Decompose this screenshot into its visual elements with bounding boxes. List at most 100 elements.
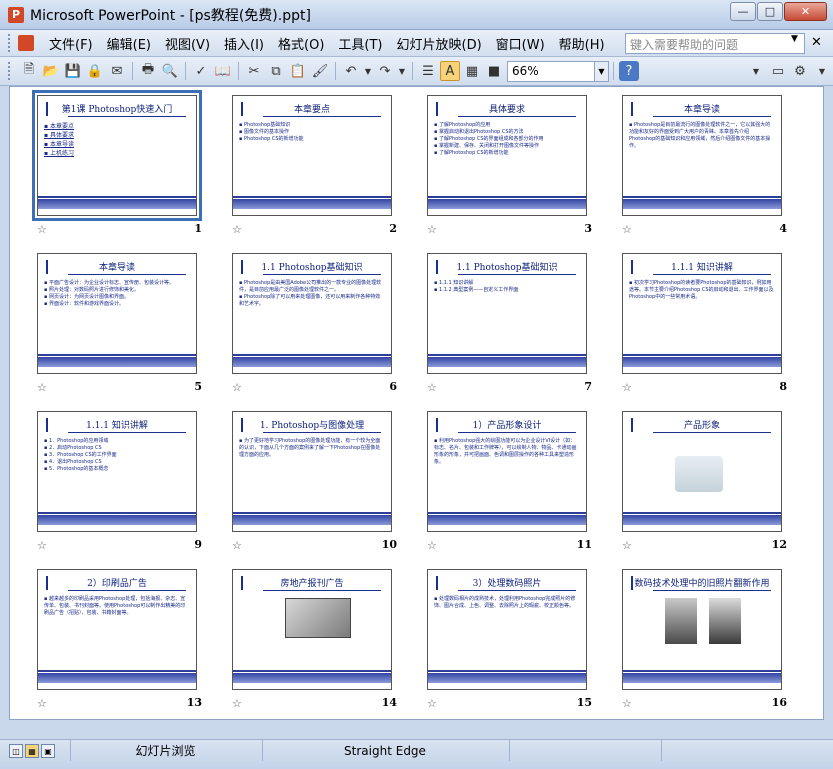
- slide-thumbnail-cell[interactable]: 3）处理数码照片 ▪ 处理数码相片的成熟技术，处理利用Photoshop完成照片的…: [427, 569, 602, 719]
- transition-icon[interactable]: ☆: [37, 223, 47, 236]
- menu-slideshow[interactable]: 幻灯片放映(D): [390, 34, 489, 53]
- slide-thumbnail-cell[interactable]: 1.1.1 知识讲解 ▪ 初次学习Photoshop的读者要Photoshop的基…: [622, 253, 797, 403]
- slide-thumbnail[interactable]: 产品形象: [622, 411, 782, 532]
- slide-thumbnail-cell[interactable]: 1. Photoshop与图像处理 ▪ 为了更好地学习Photoshop的图像处理…: [232, 411, 407, 561]
- color-grayscale-icon[interactable]: ■: [484, 61, 504, 81]
- new-icon[interactable]: 🗎: [19, 61, 39, 81]
- slide-footer: [428, 199, 586, 209]
- slide-thumbnail[interactable]: 第1课 Photoshop快速入门 ▪ 本章要点 ▪ 具体要求 ▪ 本章导读 ▪ 上机练…: [32, 90, 202, 221]
- menu-grip[interactable]: [8, 34, 12, 52]
- transition-icon[interactable]: ☆: [427, 697, 437, 710]
- undo-icon[interactable]: ↶: [341, 61, 361, 81]
- cut-icon[interactable]: ✂: [244, 61, 264, 81]
- transition-icon[interactable]: ☆: [427, 223, 437, 236]
- slide-thumbnail[interactable]: 数码技术处理中的旧照片翻新作用: [622, 569, 782, 690]
- menu-help[interactable]: 帮助(H): [552, 34, 612, 53]
- save-icon[interactable]: 💾: [63, 61, 83, 81]
- slide-thumbnail-cell[interactable]: 第1课 Photoshop快速入门 ▪ 本章要点 ▪ 具体要求 ▪ 本章导读 ▪ 上机练…: [32, 90, 212, 245]
- transition-icon[interactable]: ☆: [427, 381, 437, 394]
- slide-thumbnail-cell[interactable]: 1.1 Photoshop基础知识 ▪ Photoshop是由美国Adobe公司推…: [232, 253, 407, 403]
- print-icon[interactable]: 🖶: [138, 61, 158, 81]
- slide-thumbnail-cell[interactable]: 数码技术处理中的旧照片翻新作用 ☆ 16: [622, 569, 797, 719]
- permission-icon[interactable]: 🔒: [85, 61, 105, 81]
- slide-body: ▪ 本章要点 ▪ 具体要求 ▪ 本章导读 ▪ 上机练习: [44, 122, 190, 158]
- show-formatting-icon[interactable]: A: [440, 61, 460, 81]
- print-preview-icon[interactable]: 🔍: [160, 61, 180, 81]
- transition-icon[interactable]: ☆: [232, 381, 242, 394]
- slide-thumbnail[interactable]: 1.1 Photoshop基础知识 ▪ 1.1.1 知识讲解 ▪ 1.1.2 典型案…: [427, 253, 587, 374]
- close-button[interactable]: ✕: [784, 2, 827, 21]
- menu-format[interactable]: 格式(O): [271, 34, 331, 53]
- paste-icon[interactable]: 📋: [288, 61, 308, 81]
- menu-window[interactable]: 窗口(W): [489, 34, 552, 53]
- transition-icon[interactable]: ☆: [622, 381, 632, 394]
- slideshow-view-icon[interactable]: ▣: [41, 744, 55, 758]
- redo-dropdown-icon[interactable]: ▼: [397, 61, 407, 81]
- slide-thumbnail-cell[interactable]: 1.1 Photoshop基础知识 ▪ 1.1.1 知识讲解 ▪ 1.1.2 典型案…: [427, 253, 602, 403]
- chevron-down-icon[interactable]: ▼: [791, 34, 798, 44]
- slide-thumbnail[interactable]: 本章导读 ▪ 平面广告设计：为企业设计标志、宣传册、包装设计等。 ▪ 照片处理：对数…: [37, 253, 197, 374]
- slide-thumbnail[interactable]: 房地产报刊广告: [232, 569, 392, 690]
- transition-icon[interactable]: ☆: [622, 223, 632, 236]
- undo-dropdown-icon[interactable]: ▼: [363, 61, 373, 81]
- slide-thumbnail-cell[interactable]: 本章要点 ▪ Photoshop基础知识 ▪ 图像文件的基本操作 ▪ Photosho…: [232, 95, 407, 245]
- research-icon[interactable]: 📖: [213, 61, 233, 81]
- transition-icon[interactable]: ☆: [622, 697, 632, 710]
- slide-thumbnail[interactable]: 具体要求 ▪ 了解Photoshop的应用 ▪ 掌握启动和退出Photoshop C…: [427, 95, 587, 216]
- grid-icon[interactable]: ▦: [462, 61, 482, 81]
- toolbar-grip[interactable]: [8, 62, 12, 80]
- slide-thumbnail[interactable]: 1）产品形象设计 ▪ 利用Photoshop强大的绘图功能可以为企业设计VI设计（…: [427, 411, 587, 532]
- slide-sorter-view-icon[interactable]: ▦: [25, 744, 39, 758]
- zoom-input[interactable]: 66%: [507, 60, 595, 82]
- menu-insert[interactable]: 插入(I): [217, 34, 271, 53]
- chevron-down-icon[interactable]: ▼: [595, 60, 609, 82]
- toolbar-options-icon-2[interactable]: ▼: [812, 61, 832, 81]
- slide-thumbnail-cell[interactable]: 1.1.1 知识讲解 ▪ 1．Photoshop的应用领域 ▪ 2．启动Photos…: [37, 411, 212, 561]
- slide-thumbnail-cell[interactable]: 2）印刷品广告 ▪ 越来越多的印刷品采用Photoshop处理，包括海报、杂志、宣…: [37, 569, 212, 719]
- help-icon[interactable]: ?: [619, 61, 639, 81]
- open-icon[interactable]: 📂: [41, 61, 61, 81]
- minimize-button[interactable]: —: [730, 2, 756, 21]
- slide-thumbnail[interactable]: 本章要点 ▪ Photoshop基础知识 ▪ 图像文件的基本操作 ▪ Photosho…: [232, 95, 392, 216]
- menu-edit[interactable]: 编辑(E): [100, 34, 158, 53]
- slide-thumbnail-cell[interactable]: 产品形象 ☆ 12: [622, 411, 797, 561]
- redo-icon[interactable]: ↷: [375, 61, 395, 81]
- slide-thumbnail[interactable]: 2）印刷品广告 ▪ 越来越多的印刷品采用Photoshop处理，包括海报、杂志、宣…: [37, 569, 197, 690]
- email-icon[interactable]: ✉: [107, 61, 127, 81]
- copy-icon[interactable]: ⧉: [266, 61, 286, 81]
- transition-icon[interactable]: ☆: [232, 697, 242, 710]
- transition-icon[interactable]: ☆: [232, 223, 242, 236]
- slide-thumbnail-cell[interactable]: 1）产品形象设计 ▪ 利用Photoshop强大的绘图功能可以为企业设计VI设计（…: [427, 411, 602, 561]
- menu-file[interactable]: 文件(F): [42, 34, 100, 53]
- transition-icon[interactable]: ☆: [37, 539, 47, 552]
- slide-thumbnail[interactable]: 本章导读 ▪ Photoshop是目前最流行的图像处理软件之一，它以其强大的功能和…: [622, 95, 782, 216]
- maximize-button[interactable]: □: [757, 2, 783, 21]
- slide-thumbnail-cell[interactable]: 本章导读 ▪ 平面广告设计：为企业设计标志、宣传册、包装设计等。 ▪ 照片处理：对数…: [37, 253, 212, 403]
- slide-thumbnail[interactable]: 1. Photoshop与图像处理 ▪ 为了更好地学习Photoshop的图像处理…: [232, 411, 392, 532]
- slide-thumbnail[interactable]: 1.1.1 知识讲解 ▪ 初次学习Photoshop的读者要Photoshop的基…: [622, 253, 782, 374]
- transition-icon[interactable]: ☆: [232, 539, 242, 552]
- slide-thumbnail-cell[interactable]: 本章导读 ▪ Photoshop是目前最流行的图像处理软件之一，它以其强大的功能和…: [622, 95, 797, 245]
- slide-thumbnail[interactable]: 3）处理数码照片 ▪ 处理数码相片的成熟技术，处理利用Photoshop完成照片的…: [427, 569, 587, 690]
- spelling-icon[interactable]: ✓: [191, 61, 211, 81]
- slide-thumbnail-cell[interactable]: 具体要求 ▪ 了解Photoshop的应用 ▪ 掌握启动和退出Photoshop C…: [427, 95, 602, 245]
- help-search-input[interactable]: 键入需要帮助的问题: [625, 33, 805, 54]
- menu-tools[interactable]: 工具(T): [331, 34, 389, 53]
- transition-icon[interactable]: ☆: [37, 697, 47, 710]
- expand-all-icon[interactable]: ☰: [418, 61, 438, 81]
- slide-thumbnail[interactable]: 1.1 Photoshop基础知识 ▪ Photoshop是由美国Adobe公司推…: [232, 253, 392, 374]
- document-icon[interactable]: [18, 35, 34, 51]
- slide-design-icon[interactable]: ▭: [768, 61, 788, 81]
- slide-thumbnail-cell[interactable]: 房地产报刊广告 ☆ 14: [232, 569, 407, 719]
- format-painter-icon[interactable]: 🖌: [310, 61, 330, 81]
- slide-title: 本章导读: [98, 263, 135, 273]
- transition-icon[interactable]: ☆: [622, 539, 632, 552]
- toolbar-options-icon[interactable]: ▼: [746, 61, 766, 81]
- transition-icon[interactable]: ☆: [427, 539, 437, 552]
- menu-view[interactable]: 视图(V): [158, 34, 217, 53]
- slide-thumbnail[interactable]: 1.1.1 知识讲解 ▪ 1．Photoshop的应用领域 ▪ 2．启动Photos…: [37, 411, 197, 532]
- close-icon[interactable]: ✕: [811, 35, 822, 50]
- normal-view-icon[interactable]: ◫: [9, 744, 23, 758]
- transition-icon[interactable]: ☆: [37, 381, 47, 394]
- new-slide-icon[interactable]: ⚙: [790, 61, 810, 81]
